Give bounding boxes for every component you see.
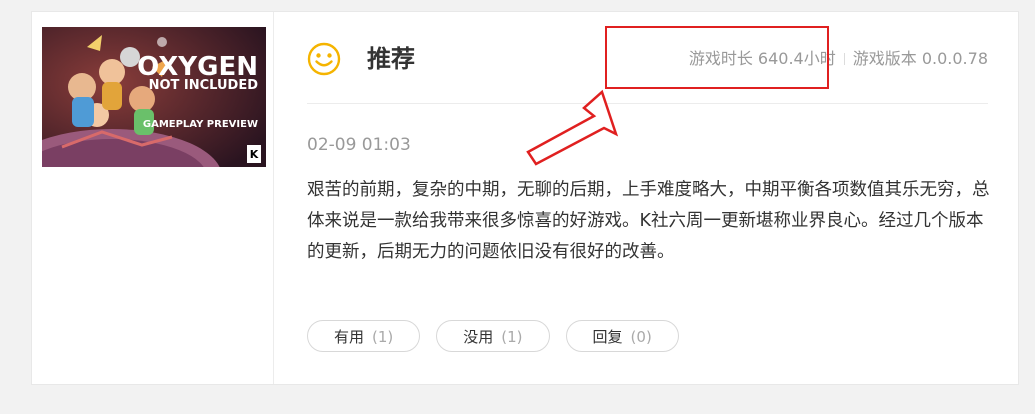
smiley-face-icon: [307, 42, 341, 76]
review-card: OXYGEN NOT INCLUDED GAMEPLAY PREVIEW K 推…: [31, 11, 1019, 385]
game-version: 游戏版本 0.0.0.78: [852, 49, 988, 68]
annotation-arrow-icon: [526, 89, 619, 166]
useful-count: (1): [372, 328, 394, 346]
review-actions: 有用 (1) 没用 (1) 回复 (0): [307, 320, 695, 354]
header-divider: [307, 103, 988, 104]
cover-caption: GAMEPLAY PREVIEW: [143, 119, 258, 130]
reply-button[interactable]: 回复 (0): [565, 320, 679, 352]
game-column: OXYGEN NOT INCLUDED GAMEPLAY PREVIEW K: [32, 12, 274, 384]
meta-separator: [843, 53, 845, 65]
cover-badge-letter: K: [250, 148, 259, 161]
useless-button[interactable]: 没用 (1): [436, 320, 550, 352]
cover-subtitle: NOT INCLUDED: [149, 78, 259, 93]
game-cover-image[interactable]: OXYGEN NOT INCLUDED GAMEPLAY PREVIEW K: [42, 27, 266, 167]
annotation-highlight-box: [605, 26, 829, 89]
useless-label: 没用: [463, 328, 494, 346]
reply-count: (0): [630, 328, 652, 346]
useless-count: (1): [501, 328, 523, 346]
reply-label: 回复: [592, 328, 623, 346]
useful-label: 有用: [334, 328, 365, 346]
review-verdict: 推荐: [367, 45, 415, 73]
review-text: 艰苦的前期，复杂的中期，无聊的后期，上手难度略大，中期平衡各项数值其乐无穷，总体…: [307, 180, 990, 262]
review-datetime: 02-09 01:03: [307, 135, 411, 155]
useful-button[interactable]: 有用 (1): [307, 320, 421, 352]
